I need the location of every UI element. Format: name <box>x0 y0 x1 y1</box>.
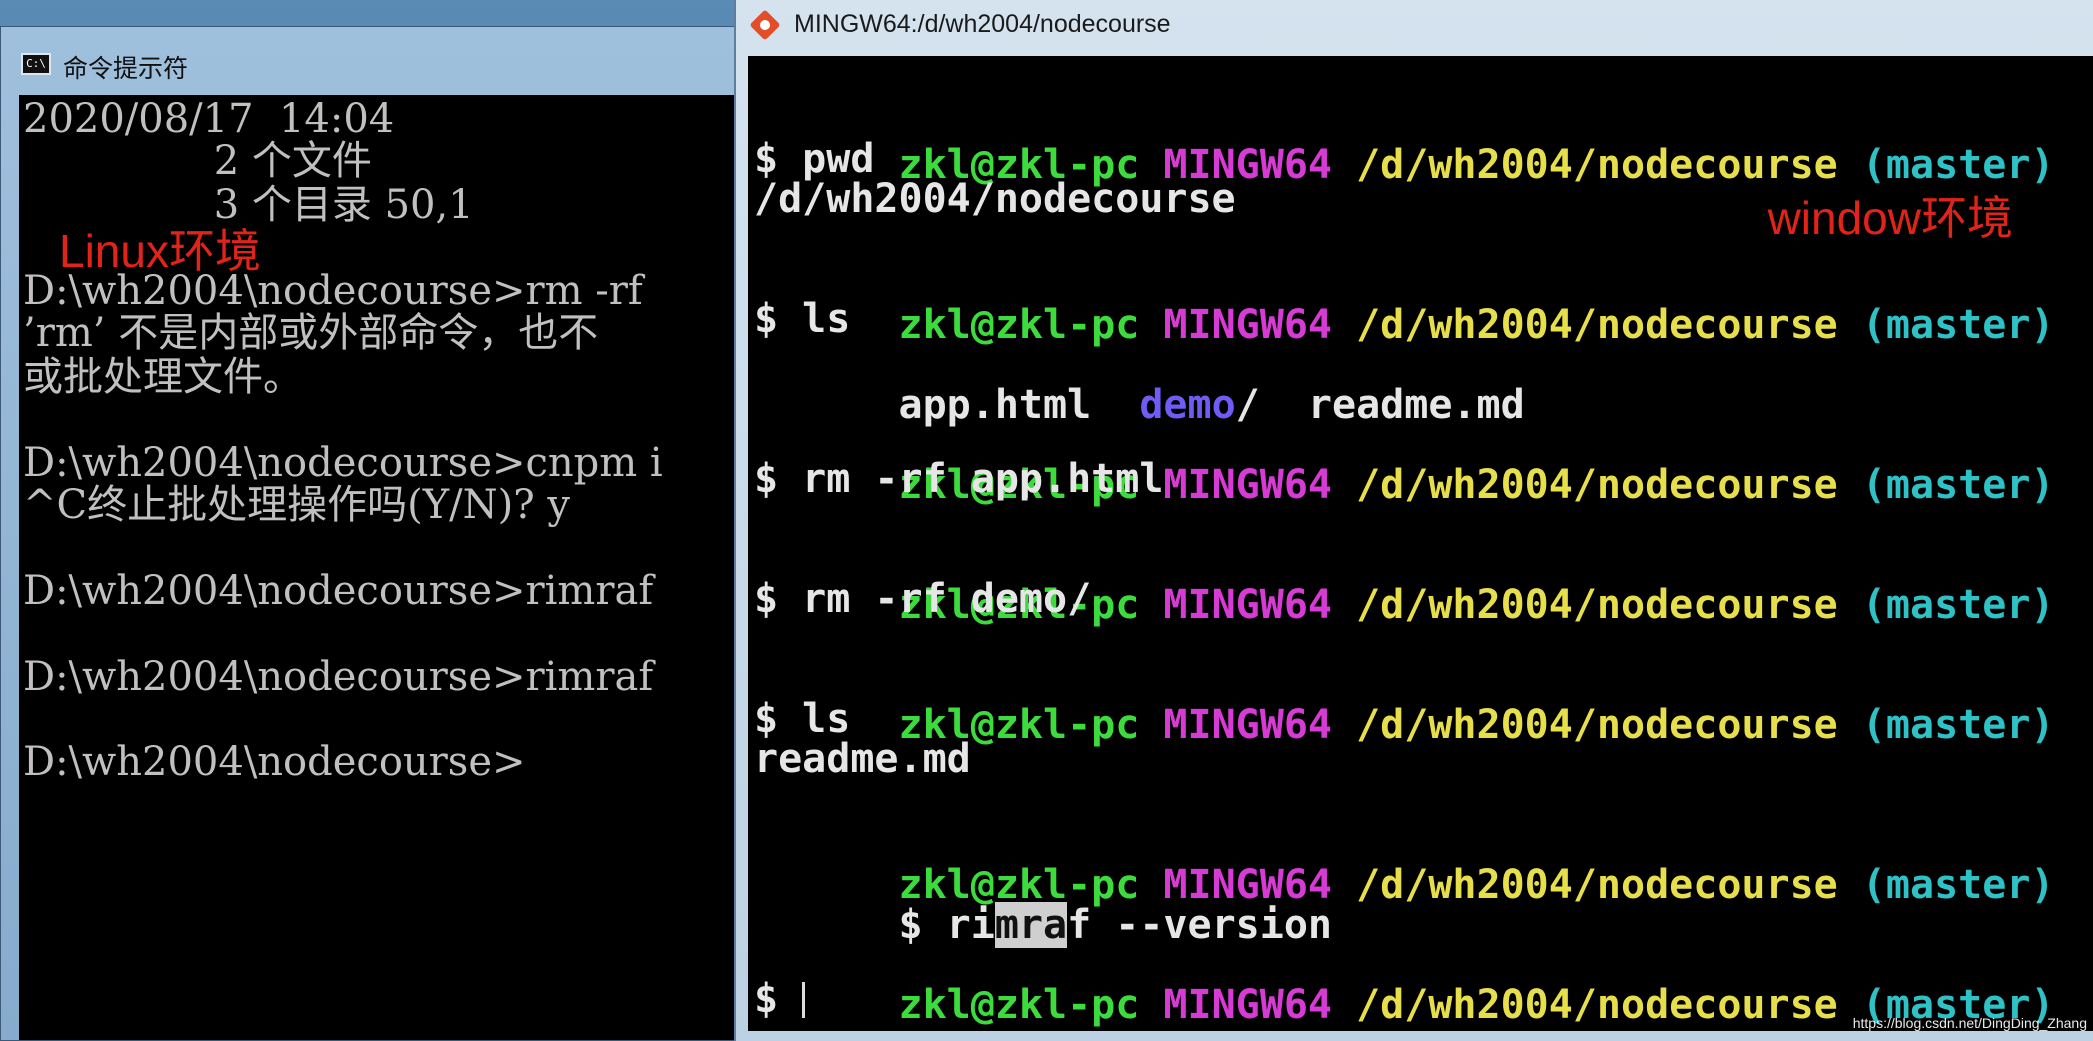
prompt-user: zkl@zkl-pc <box>898 982 1140 1028</box>
git-bash-window[interactable]: MINGW64:/d/wh2004/nodecourse zkl@zkl-pc … <box>734 0 2093 1041</box>
linux-annotation: Linux环境 <box>59 225 261 277</box>
git-bash-window-title: MINGW64:/d/wh2004/nodecourse <box>794 10 1171 38</box>
command-output: readme.md <box>754 736 971 782</box>
prompt-env: MINGW64 <box>1163 582 1332 628</box>
prompt-branch: (master) <box>1861 702 2055 748</box>
prompt-branch: (master) <box>1861 862 2055 908</box>
git-bash-titlebar[interactable]: MINGW64:/d/wh2004/nodecourse <box>736 0 2093 52</box>
prompt-path: /d/wh2004/nodecourse <box>1356 142 1838 188</box>
git-icon <box>749 9 781 41</box>
cmd-line: ’rm’ 不是内部或外部命令，也不 <box>23 310 599 356</box>
text-cursor <box>802 982 806 1018</box>
watermark: https://blog.csdn.net/DingDing_Zhang <box>1852 1015 2087 1031</box>
cmd-console[interactable]: 2020/08/17 14:04 2 个文件 3 个目录 50,1 D:\wh2… <box>19 95 749 1040</box>
prompt-branch: (master) <box>1861 462 2055 508</box>
cmd-line: 2 个文件 <box>23 138 372 184</box>
cmd-icon: C:\ <box>21 53 51 75</box>
cmd-titlebar[interactable]: C:\ 命令提示符 <box>1 27 747 93</box>
cmd-line: D:\wh2004\nodecourse>rimraf <box>23 654 654 700</box>
prompt-env: MINGW64 <box>1163 982 1332 1028</box>
command-output: /d/wh2004/nodecourse <box>754 176 1236 222</box>
prompt-env: MINGW64 <box>1163 702 1332 748</box>
window-annotation: window环境 <box>1767 192 2013 244</box>
cmd-line: 2020/08/17 14:04 <box>23 96 395 142</box>
prompt-path: /d/wh2004/nodecourse <box>1356 982 1838 1028</box>
prompt-path: /d/wh2004/nodecourse <box>1356 702 1838 748</box>
cmd-line: ^C终止批处理操作吗(Y/N)? y <box>23 482 570 528</box>
cmd-line: D:\wh2004\nodecourse>rimraf <box>23 568 654 614</box>
cmd-window-title: 命令提示符 <box>63 54 189 83</box>
command-input[interactable]: $ <box>754 976 806 1022</box>
prompt-path: /d/wh2004/nodecourse <box>1356 862 1838 908</box>
cmd-line: 或批处理文件。 <box>23 354 303 400</box>
command-line: $ rm -rf app.html <box>754 456 1164 502</box>
cmd-line: D:\wh2004\nodecourse>cnpm i <box>23 440 663 486</box>
prompt-branch: (master) <box>1861 582 2055 628</box>
prompt-branch: (master) <box>1861 302 2055 348</box>
cmd-window[interactable]: C:\ 命令提示符 2020/08/17 14:04 2 个文件 3 个目录 5… <box>0 26 749 1041</box>
command-text: $ <box>754 976 803 1022</box>
command-line: $ rm -rf demo/ <box>754 576 1092 622</box>
prompt-path: /d/wh2004/nodecourse <box>1356 582 1838 628</box>
cmd-line: D:\wh2004\nodecourse> <box>23 739 526 785</box>
git-bash-console[interactable]: zkl@zkl-pc MINGW64 /d/wh2004/nodecourse … <box>748 56 2093 1031</box>
prompt-env: MINGW64 <box>1163 462 1332 508</box>
prompt-path: /d/wh2004/nodecourse <box>1356 462 1838 508</box>
